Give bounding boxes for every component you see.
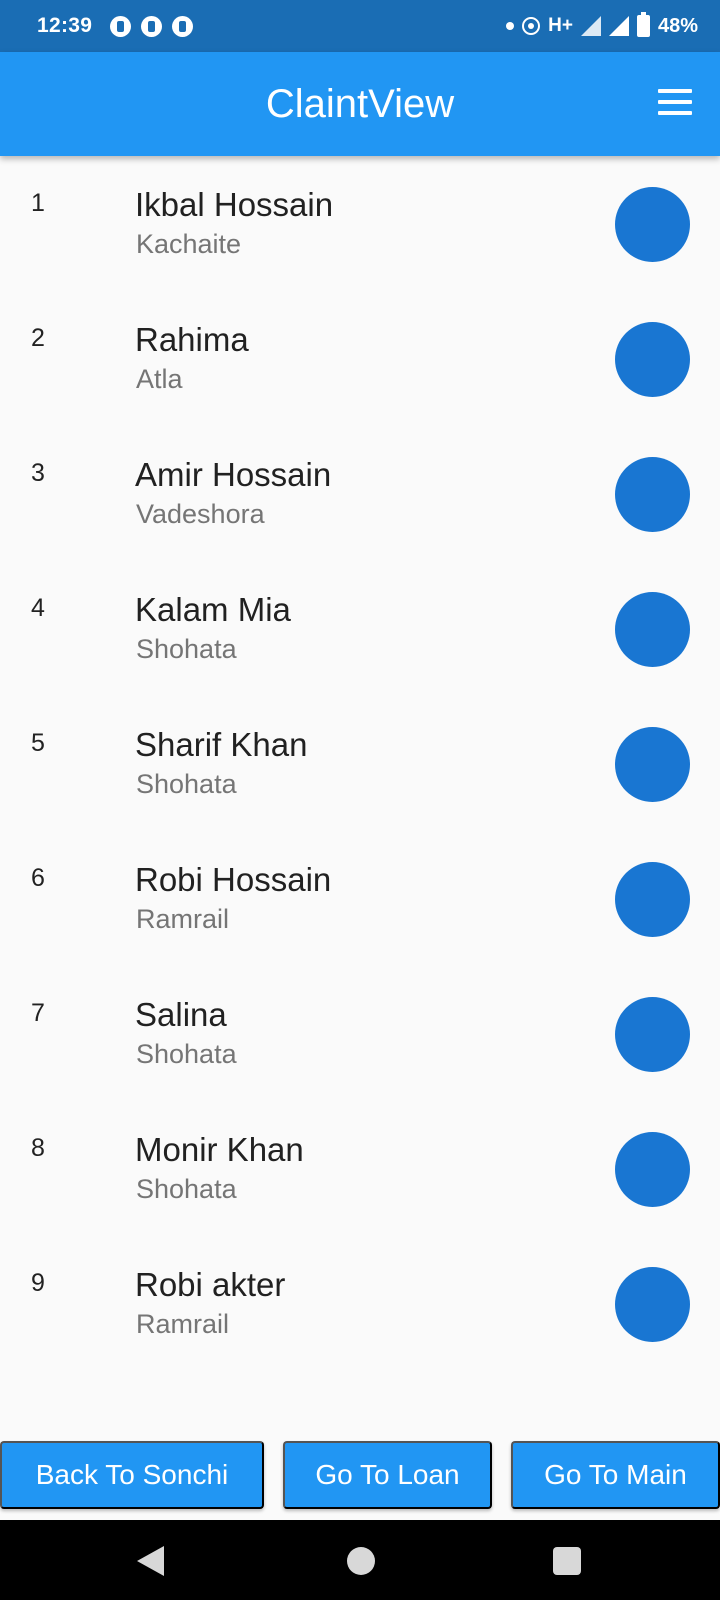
client-avatar[interactable] [615,457,690,532]
status-indicators: H+ 48% [506,12,698,38]
page-title: ClaintView [265,81,455,126]
client-index: 8 [31,1134,45,1162]
client-avatar[interactable] [615,727,690,802]
client-name: Robi Hossain [135,861,332,898]
client-avatar[interactable] [615,862,690,937]
go-to-loan-button[interactable]: Go To Loan [283,1441,492,1509]
back-icon[interactable] [137,1546,164,1576]
client-avatar[interactable] [615,997,690,1072]
client-row[interactable]: 6 Robi Hossain Ramrail [0,831,720,966]
client-name: Ikbal Hossain [135,186,334,223]
client-place: Shohata [136,769,237,799]
client-avatar[interactable] [615,1132,690,1207]
client-row[interactable]: 9 Robi akter Ramrail [0,1236,720,1371]
battery-percent: 48% [657,14,698,37]
notification-app-icon [110,15,132,37]
client-index: 2 [31,324,45,352]
client-row[interactable]: 2 Rahima Atla [0,291,720,426]
back-to-sonchi-button[interactable]: Back To Sonchi [0,1441,264,1509]
client-index: 9 [31,1269,45,1297]
client-index: 4 [31,594,45,622]
client-row[interactable]: 8 Monir Khan Shohata [0,1101,720,1236]
notification-app-icon [172,15,194,37]
client-row[interactable]: 1 Ikbal Hossain Kachaite [0,156,720,291]
messenger-icon [141,15,163,37]
notification-dot-icon [506,22,515,30]
client-place: Atla [136,364,183,394]
client-name: Robi akter [135,1266,286,1303]
client-name: Rahima [135,321,249,358]
client-place: Vadeshora [136,499,265,529]
go-to-main-button[interactable]: Go To Main [511,1441,720,1509]
client-index: 1 [31,189,45,217]
client-avatar[interactable] [615,592,690,667]
client-name: Sharif Khan [135,726,308,763]
menu-icon[interactable] [658,89,692,115]
client-index: 5 [31,729,45,757]
status-bar: 12:39 H+ 48% [0,0,720,52]
client-index: 7 [31,999,45,1027]
client-row[interactable]: 5 Sharif Khan Shohata [0,696,720,831]
client-avatar[interactable] [615,187,690,262]
client-avatar[interactable] [615,1267,690,1342]
client-index: 6 [31,864,45,892]
client-avatar[interactable] [615,322,690,397]
notification-icons [110,15,194,37]
app-bar: ClaintView [0,52,720,156]
client-place: Kachaite [136,229,242,259]
client-name: Monir Khan [135,1131,304,1168]
navigation-bar [0,1520,720,1600]
client-row[interactable]: 4 Kalam Mia Shohata [0,561,720,696]
signal-icon [608,16,629,36]
client-place: Ramrail [136,1309,230,1339]
status-time: 12:39 [37,14,93,37]
signal-icon [580,16,601,36]
battery-icon [636,12,650,37]
client-index: 3 [31,459,45,487]
client-place: Ramrail [136,904,230,934]
client-name: Kalam Mia [135,591,291,628]
hotspot-icon [522,17,541,35]
client-name: Amir Hossain [135,456,332,493]
client-place: Shohata [136,634,237,664]
home-icon[interactable] [347,1547,375,1575]
client-place: Shohata [136,1039,237,1069]
client-name: Salina [135,996,227,1033]
bottom-button-bar: Back To Sonchi Go To Loan Go To Main [0,1441,720,1509]
client-row[interactable]: 3 Amir Hossain Vadeshora [0,426,720,561]
client-row[interactable]: 7 Salina Shohata [0,966,720,1101]
client-list: 1 Ikbal Hossain Kachaite 2 Rahima Atla 3 Amir H… [0,156,720,1371]
client-place: Shohata [136,1174,237,1204]
recent-apps-icon[interactable] [553,1547,581,1575]
network-type: H+ [548,15,573,36]
